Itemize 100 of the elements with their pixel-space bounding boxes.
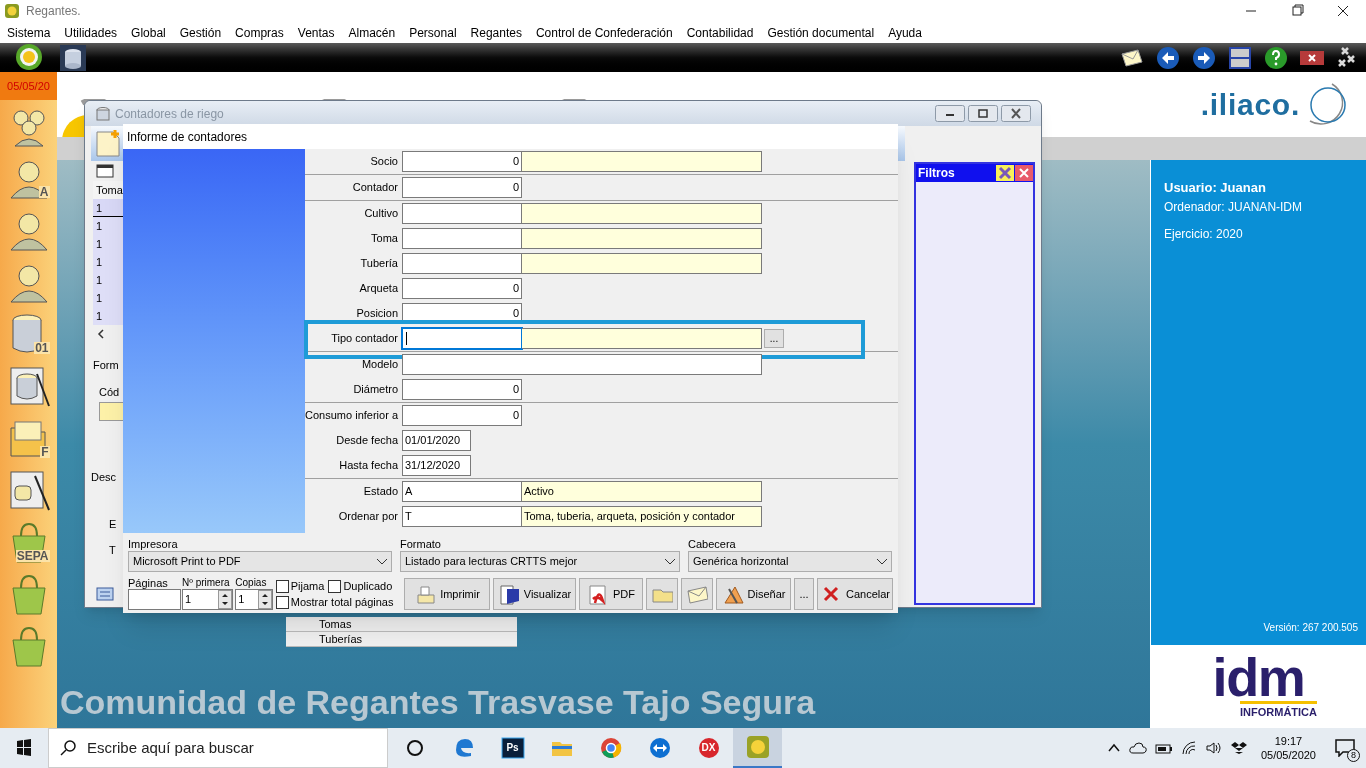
dialog-button[interactable]: Visualizar (493, 578, 576, 610)
description-field[interactable] (522, 228, 762, 249)
spin-arrows-icon[interactable] (218, 590, 233, 609)
dialog-button[interactable]: Cancelar (817, 578, 893, 610)
description-field[interactable] (522, 151, 762, 172)
number-field[interactable]: 0 (402, 379, 522, 400)
search-input[interactable]: Escribe aquí para buscar (87, 736, 377, 760)
clock-date[interactable]: 05/05/2020 (1260, 748, 1316, 762)
code-field[interactable] (402, 253, 522, 274)
text-field[interactable] (402, 354, 762, 375)
grid-icon[interactable] (96, 164, 114, 178)
description-field[interactable] (522, 328, 762, 349)
list-item[interactable]: Tomas (286, 617, 517, 632)
help-icon[interactable] (1264, 45, 1288, 70)
search-icon (59, 739, 77, 757)
field-label: Socio (369, 154, 399, 170)
icon-label: F (40, 446, 50, 458)
description-field[interactable]: Toma, tuberia, arqueta, posición y contador (522, 506, 762, 527)
window-icon[interactable] (1228, 45, 1252, 70)
dialog-button[interactable]: Diseñar (716, 578, 791, 610)
wifi-icon[interactable] (1180, 741, 1197, 755)
menu-item[interactable]: Gestión documental (767, 23, 875, 42)
chrome-icon (598, 736, 623, 760)
menu-item[interactable]: Almacén (348, 23, 396, 42)
form-label: E (109, 516, 118, 532)
number-field[interactable]: 0 (402, 177, 522, 198)
menu-item[interactable]: Personal (409, 23, 457, 42)
search-field[interactable]: Escribe aquí para buscar (48, 728, 388, 768)
browse-button[interactable]: ... (764, 329, 784, 348)
spin-arrows-icon[interactable] (257, 590, 272, 609)
menu-item[interactable]: Ayuda (888, 23, 922, 42)
chevron-down-icon (876, 557, 888, 566)
form-label: Desc (91, 470, 118, 485)
checkbox[interactable]: Duplicado (328, 578, 393, 594)
menu-item[interactable]: Compras (235, 23, 284, 42)
close-icon[interactable] (1001, 105, 1031, 122)
description-field[interactable] (522, 203, 762, 224)
dialog-button[interactable]: PDF (579, 578, 643, 610)
code-field[interactable]: A (402, 481, 522, 502)
menu-item[interactable]: Ventas (297, 23, 335, 42)
minimize-icon[interactable] (935, 105, 965, 122)
date-field[interactable]: 01/01/2020 (402, 430, 471, 451)
code-field[interactable]: T (402, 506, 522, 527)
number-field[interactable]: 0 (402, 151, 522, 172)
cloud-icon[interactable] (1128, 741, 1147, 755)
spinner-value: 1 (185, 592, 193, 608)
dropdown[interactable]: Listado para lecturas CRTTS mejor (400, 551, 680, 572)
notification-icon[interactable] (1335, 739, 1355, 757)
field-label: Estado (362, 484, 399, 500)
pin-icon[interactable] (996, 165, 1014, 181)
close-icon[interactable] (1300, 48, 1324, 67)
icon-label: SEPA (15, 550, 50, 562)
taskbar-app-button[interactable]: Ps (488, 728, 537, 768)
idm-logo-subtitle: INFORMÁTICA (1240, 700, 1317, 721)
field-label: Cultivo (363, 206, 399, 222)
code-field[interactable] (402, 203, 522, 224)
version-text: Versión: 267 200.505 (1263, 621, 1359, 635)
date-field[interactable]: 31/12/2020 (402, 455, 471, 476)
field-label: Modelo (360, 357, 399, 373)
number-field[interactable]: 0 (402, 278, 522, 299)
spinner-field[interactable]: 1 (182, 589, 234, 610)
menu-item[interactable]: Gestión (179, 23, 222, 42)
database-icon (95, 105, 111, 122)
checkbox[interactable]: Pijama (275, 578, 325, 594)
clock-time[interactable]: 19:17 (1274, 734, 1303, 748)
description-field[interactable]: Activo (522, 481, 762, 502)
code-field[interactable] (402, 328, 522, 349)
menu-item[interactable]: Regantes (470, 23, 522, 42)
list-item[interactable]: Tuberías (286, 632, 517, 647)
number-field[interactable]: 0 (402, 405, 522, 426)
menu-item[interactable]: Sistema (7, 23, 51, 42)
brand-logo: .iliaco. (1200, 87, 1300, 123)
pages-field[interactable] (128, 589, 181, 610)
icon-label: Ps (506, 743, 519, 753)
window-title: Contadores de riego (115, 105, 224, 123)
dropbox-icon[interactable] (1230, 741, 1247, 755)
field-label: Formato (400, 537, 442, 551)
dialog-button[interactable]: ... (794, 578, 814, 610)
database-icon[interactable] (60, 44, 86, 71)
checkbox[interactable]: Mostrar total páginas (275, 594, 394, 610)
menu-item[interactable]: Global (131, 23, 166, 42)
field-label: Páginas (128, 577, 169, 589)
menu-item[interactable]: Utilidades (64, 23, 118, 42)
menu-item[interactable]: Contabilidad (686, 23, 754, 42)
field-label: Arqueta (358, 281, 399, 297)
envelope-icon[interactable] (1120, 47, 1144, 68)
description-field[interactable] (522, 253, 762, 274)
taskbar-app-button[interactable]: DX (684, 728, 733, 768)
menu-item[interactable]: Control de Confederación (535, 23, 673, 42)
circle-badge-icon (696, 736, 721, 760)
field-label: Toma (370, 231, 399, 247)
spinner-field[interactable]: 1 (235, 589, 273, 610)
dropdown[interactable]: Genérica horizontal (688, 551, 892, 572)
dialog-button[interactable] (681, 578, 713, 610)
dialog-button[interactable]: Imprimir (404, 578, 490, 610)
maximize-icon[interactable] (968, 105, 998, 122)
dropdown[interactable]: Microsoft Print to PDF (128, 551, 392, 572)
volume-icon[interactable] (1204, 741, 1223, 755)
battery-icon[interactable] (1154, 741, 1173, 755)
code-field[interactable] (402, 228, 522, 249)
